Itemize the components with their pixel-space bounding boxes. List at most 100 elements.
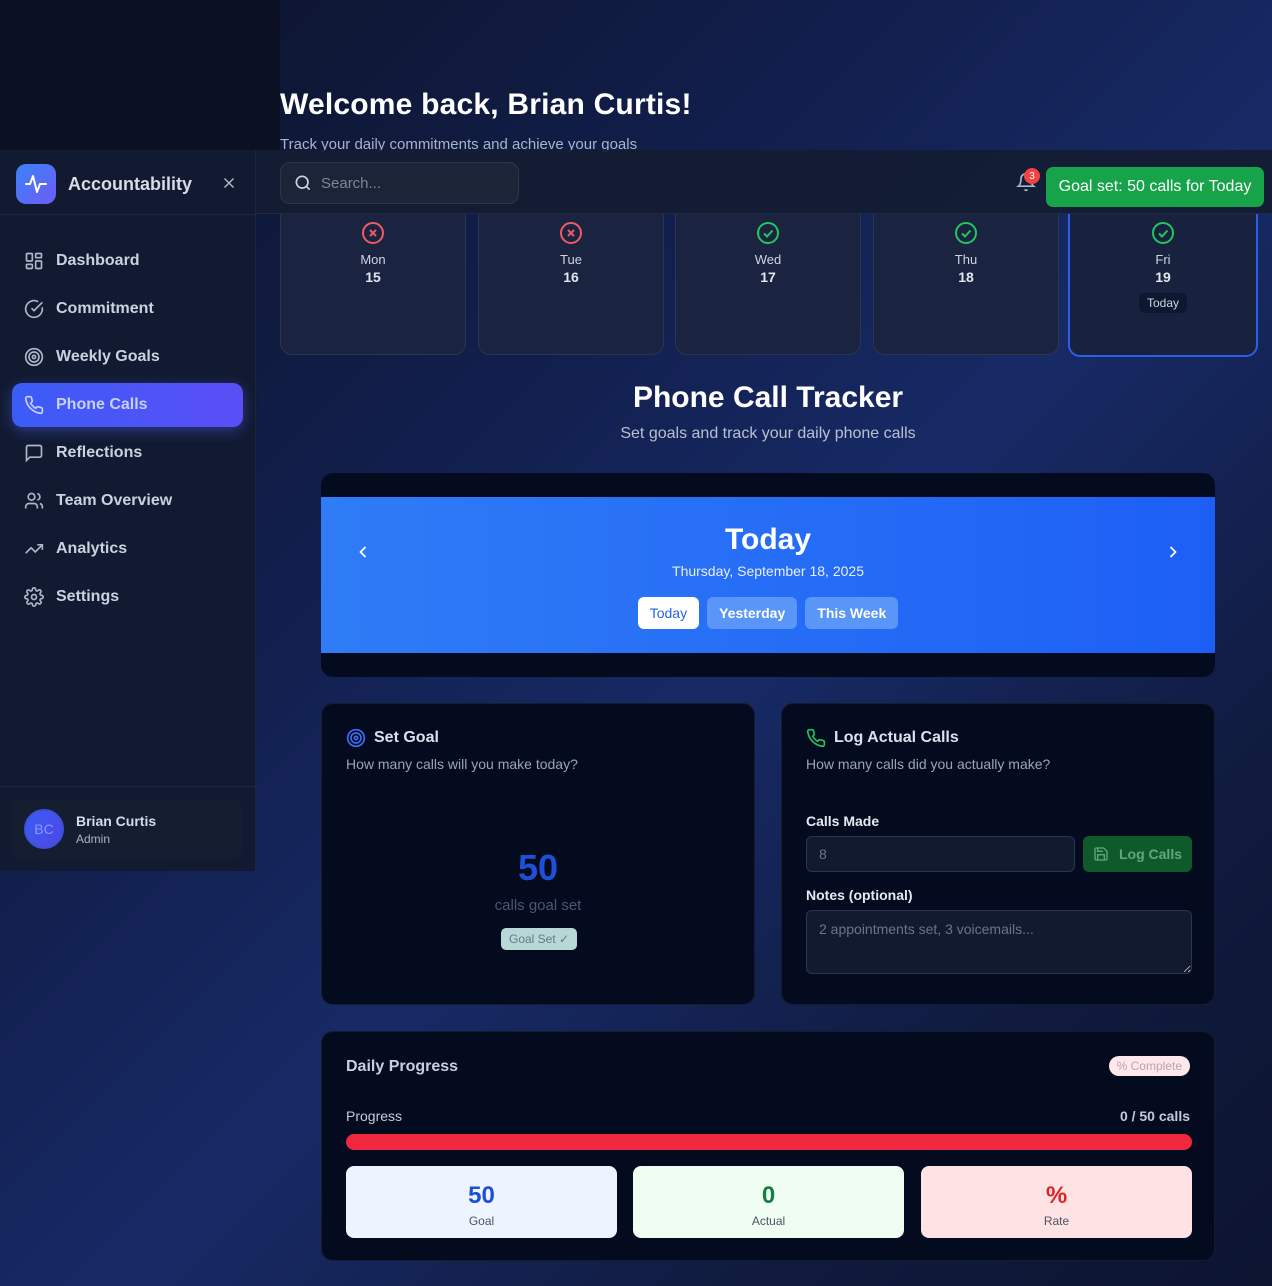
- day-name: Thu: [954, 252, 978, 267]
- stat-value: %: [1045, 1182, 1068, 1209]
- gear-icon: [24, 587, 44, 607]
- day-number: 19: [1155, 269, 1171, 285]
- card-subtitle: How many calls will you make today?: [346, 756, 578, 772]
- sidebar-item-label: Team Overview: [56, 492, 173, 509]
- goal-value-label: calls goal set: [494, 897, 582, 914]
- sidebar-item-phone-calls[interactable]: Phone Calls: [12, 383, 243, 427]
- trending-up-icon: [25, 544, 44, 554]
- user-role: Admin: [76, 831, 111, 846]
- activity-logo-icon: [16, 164, 56, 204]
- close-icon[interactable]: [220, 174, 238, 192]
- stat-label: Actual: [751, 1214, 786, 1228]
- log-calls-card: Log Actual Calls How many calls did you …: [781, 703, 1215, 1005]
- x-circle-icon: [560, 222, 582, 244]
- log-calls-label: Log Calls: [1118, 846, 1182, 862]
- today-badge: Today: [1138, 293, 1188, 313]
- check-circle-icon: [955, 222, 977, 244]
- log-calls-button[interactable]: Log Calls: [1083, 836, 1192, 872]
- notification-badge: 3: [1024, 168, 1040, 184]
- day-card-wed[interactable]: Wed 17: [675, 214, 861, 355]
- tab-today[interactable]: Today: [637, 597, 700, 629]
- target-icon: [346, 728, 366, 748]
- goal-value: 50: [517, 847, 559, 888]
- date-navigator: Today Thursday, September 18, 2025 Today…: [321, 473, 1215, 677]
- brand-name: Accountability: [68, 173, 193, 194]
- day-card-thu[interactable]: Thu 18: [873, 214, 1059, 355]
- sidebar-item-analytics[interactable]: Analytics: [12, 527, 243, 571]
- card-subtitle: How many calls did you actually make?: [806, 756, 1051, 772]
- page-title: Phone Call Tracker: [632, 381, 904, 414]
- card-title: Set Goal: [374, 729, 439, 746]
- day-name: Wed: [754, 252, 782, 267]
- sidebar-item-dashboard[interactable]: Dashboard: [12, 239, 243, 283]
- welcome-section: Welcome back, Brian Curtis! Track your d…: [280, 88, 692, 153]
- sidebar-item-weekly-goals[interactable]: Weekly Goals: [12, 335, 243, 379]
- message-icon: [25, 444, 43, 463]
- sidebar-nav: Dashboard Commitment Weekly Goals Phone …: [12, 239, 243, 623]
- day-card-fri[interactable]: Fri 19 Today: [1068, 214, 1258, 357]
- calls-made-input[interactable]: [806, 836, 1075, 872]
- goal-set-badge: Goal Set ✓: [501, 928, 578, 950]
- card-title: Log Actual Calls: [834, 729, 959, 746]
- sidebar-item-reflections[interactable]: Reflections: [12, 431, 243, 475]
- sidebar-divider: [0, 214, 256, 215]
- set-goal-card: Set Goal How many calls will you make to…: [321, 703, 755, 1005]
- progress-count: 0 / 50 calls: [1119, 1108, 1190, 1124]
- tab-this-week[interactable]: This Week: [805, 597, 899, 629]
- card-title: Daily Progress: [346, 1058, 459, 1075]
- card-header: Set Goal: [346, 728, 439, 748]
- progress-bar: [346, 1134, 1192, 1150]
- dashboard-icon: [25, 252, 43, 270]
- date-subtitle: Thursday, September 18, 2025: [672, 563, 864, 579]
- stat-label: Goal: [468, 1214, 495, 1228]
- top-dark-area: [0, 0, 280, 150]
- page-subtitle: Set goals and track your daily phone cal…: [620, 425, 916, 442]
- sidebar-item-label: Reflections: [56, 444, 143, 461]
- progress-label: Progress: [346, 1108, 403, 1124]
- day-card-mon[interactable]: Mon 15: [280, 214, 466, 355]
- day-number: 17: [760, 269, 776, 285]
- brand[interactable]: Accountability: [16, 164, 192, 204]
- day-number: 18: [958, 269, 974, 285]
- user-profile[interactable]: BC Brian Curtis Admin: [12, 799, 242, 859]
- check-circle-icon: [1152, 222, 1174, 244]
- users-icon: [24, 492, 44, 509]
- welcome-title: Welcome back, Brian Curtis!: [280, 88, 692, 121]
- day-card-tue[interactable]: Tue 16: [478, 214, 664, 355]
- top-header: 3 Goal set: 50 calls for Today: [256, 150, 1272, 214]
- date-title: Today: [724, 523, 812, 556]
- tracker-header: Phone Call Tracker Set goals and track y…: [321, 381, 1215, 443]
- search-input[interactable]: [321, 174, 501, 192]
- date-band: Today Thursday, September 18, 2025 Today…: [321, 497, 1215, 653]
- save-icon: [1094, 847, 1108, 861]
- notes-field[interactable]: [806, 910, 1192, 974]
- stat-goal: 50 Goal: [346, 1166, 617, 1238]
- phone-icon: [24, 395, 44, 415]
- day-number: 16: [563, 269, 579, 285]
- stat-label: Rate: [1043, 1214, 1070, 1228]
- tab-yesterday[interactable]: Yesterday: [707, 597, 798, 629]
- daily-progress-card: Daily Progress % Complete Progress 0 / 5…: [321, 1031, 1215, 1261]
- avatar: BC: [24, 809, 64, 849]
- card-header: Log Actual Calls: [806, 728, 959, 748]
- goal-toast: Goal set: 50 calls for Today: [1046, 167, 1264, 207]
- sidebar-divider: [0, 786, 256, 787]
- phone-icon: [806, 728, 826, 748]
- sidebar-item-commitment[interactable]: Commitment: [12, 287, 243, 331]
- sidebar-item-settings[interactable]: Settings: [12, 575, 243, 619]
- stat-rate: % Rate: [921, 1166, 1192, 1238]
- check-circle-icon: [757, 222, 779, 244]
- day-name: Tue: [560, 252, 582, 267]
- complete-badge: % Complete: [1108, 1056, 1190, 1076]
- calls-made-label: Calls Made: [806, 813, 880, 829]
- notes-label: Notes (optional): [806, 887, 913, 903]
- day-number: 15: [365, 269, 381, 285]
- x-circle-icon: [362, 222, 384, 244]
- search-box[interactable]: [280, 162, 519, 204]
- sidebar-item-label: Settings: [56, 588, 120, 605]
- sidebar-item-label: Weekly Goals: [56, 348, 160, 365]
- sidebar: Accountability Dashboard Commitment Week…: [0, 150, 256, 871]
- stat-value: 0: [761, 1182, 776, 1209]
- check-circle-icon: [24, 299, 44, 319]
- sidebar-item-team-overview[interactable]: Team Overview: [12, 479, 243, 523]
